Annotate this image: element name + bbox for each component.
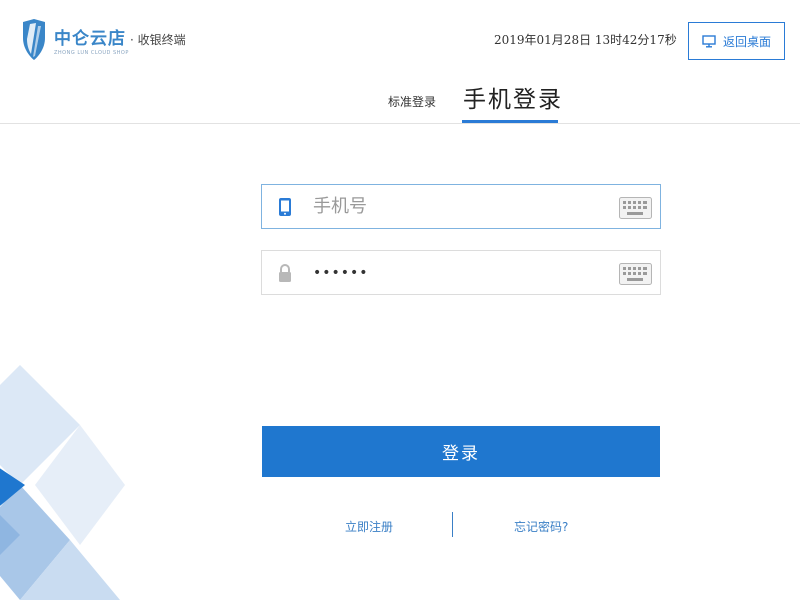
back-to-desktop-button[interactable]: 返回桌面 — [688, 22, 785, 60]
password-input[interactable] — [313, 257, 603, 288]
login-button[interactable]: 登录 — [262, 426, 660, 477]
shield-logo-icon — [23, 19, 45, 60]
brand-text: 中仑云店 · 收银终端 ZHONG LUN CLOUD SHOP — [54, 24, 186, 56]
phone-input[interactable] — [313, 191, 603, 222]
current-datetime: 2019年01月28日 13时42分17秒 — [494, 33, 677, 47]
monitor-icon — [702, 35, 716, 48]
password-field — [261, 250, 661, 295]
register-link[interactable]: 立即注册 — [345, 518, 393, 535]
keyboard-icon[interactable] — [619, 197, 652, 219]
brand-suffix: · 收银终端 — [130, 33, 186, 47]
phone-field — [261, 184, 661, 229]
brand-name: 中仑云店 — [54, 29, 126, 49]
back-button-label: 返回桌面 — [722, 34, 771, 49]
tab-standard-login[interactable]: 标准登录 — [388, 93, 436, 110]
forgot-password-link[interactable]: 忘记密码? — [514, 518, 568, 535]
keyboard-icon[interactable] — [619, 263, 652, 285]
brand-logo: 中仑云店 · 收银终端 ZHONG LUN CLOUD SHOP — [20, 18, 186, 62]
mobile-phone-icon — [279, 197, 291, 216]
header-divider — [0, 123, 800, 124]
brand-english: ZHONG LUN CLOUD SHOP — [54, 50, 129, 56]
lock-icon — [279, 263, 291, 282]
decorative-diamonds — [0, 365, 125, 600]
link-separator — [452, 512, 453, 537]
tab-phone-login[interactable]: 手机登录 — [463, 80, 563, 114]
